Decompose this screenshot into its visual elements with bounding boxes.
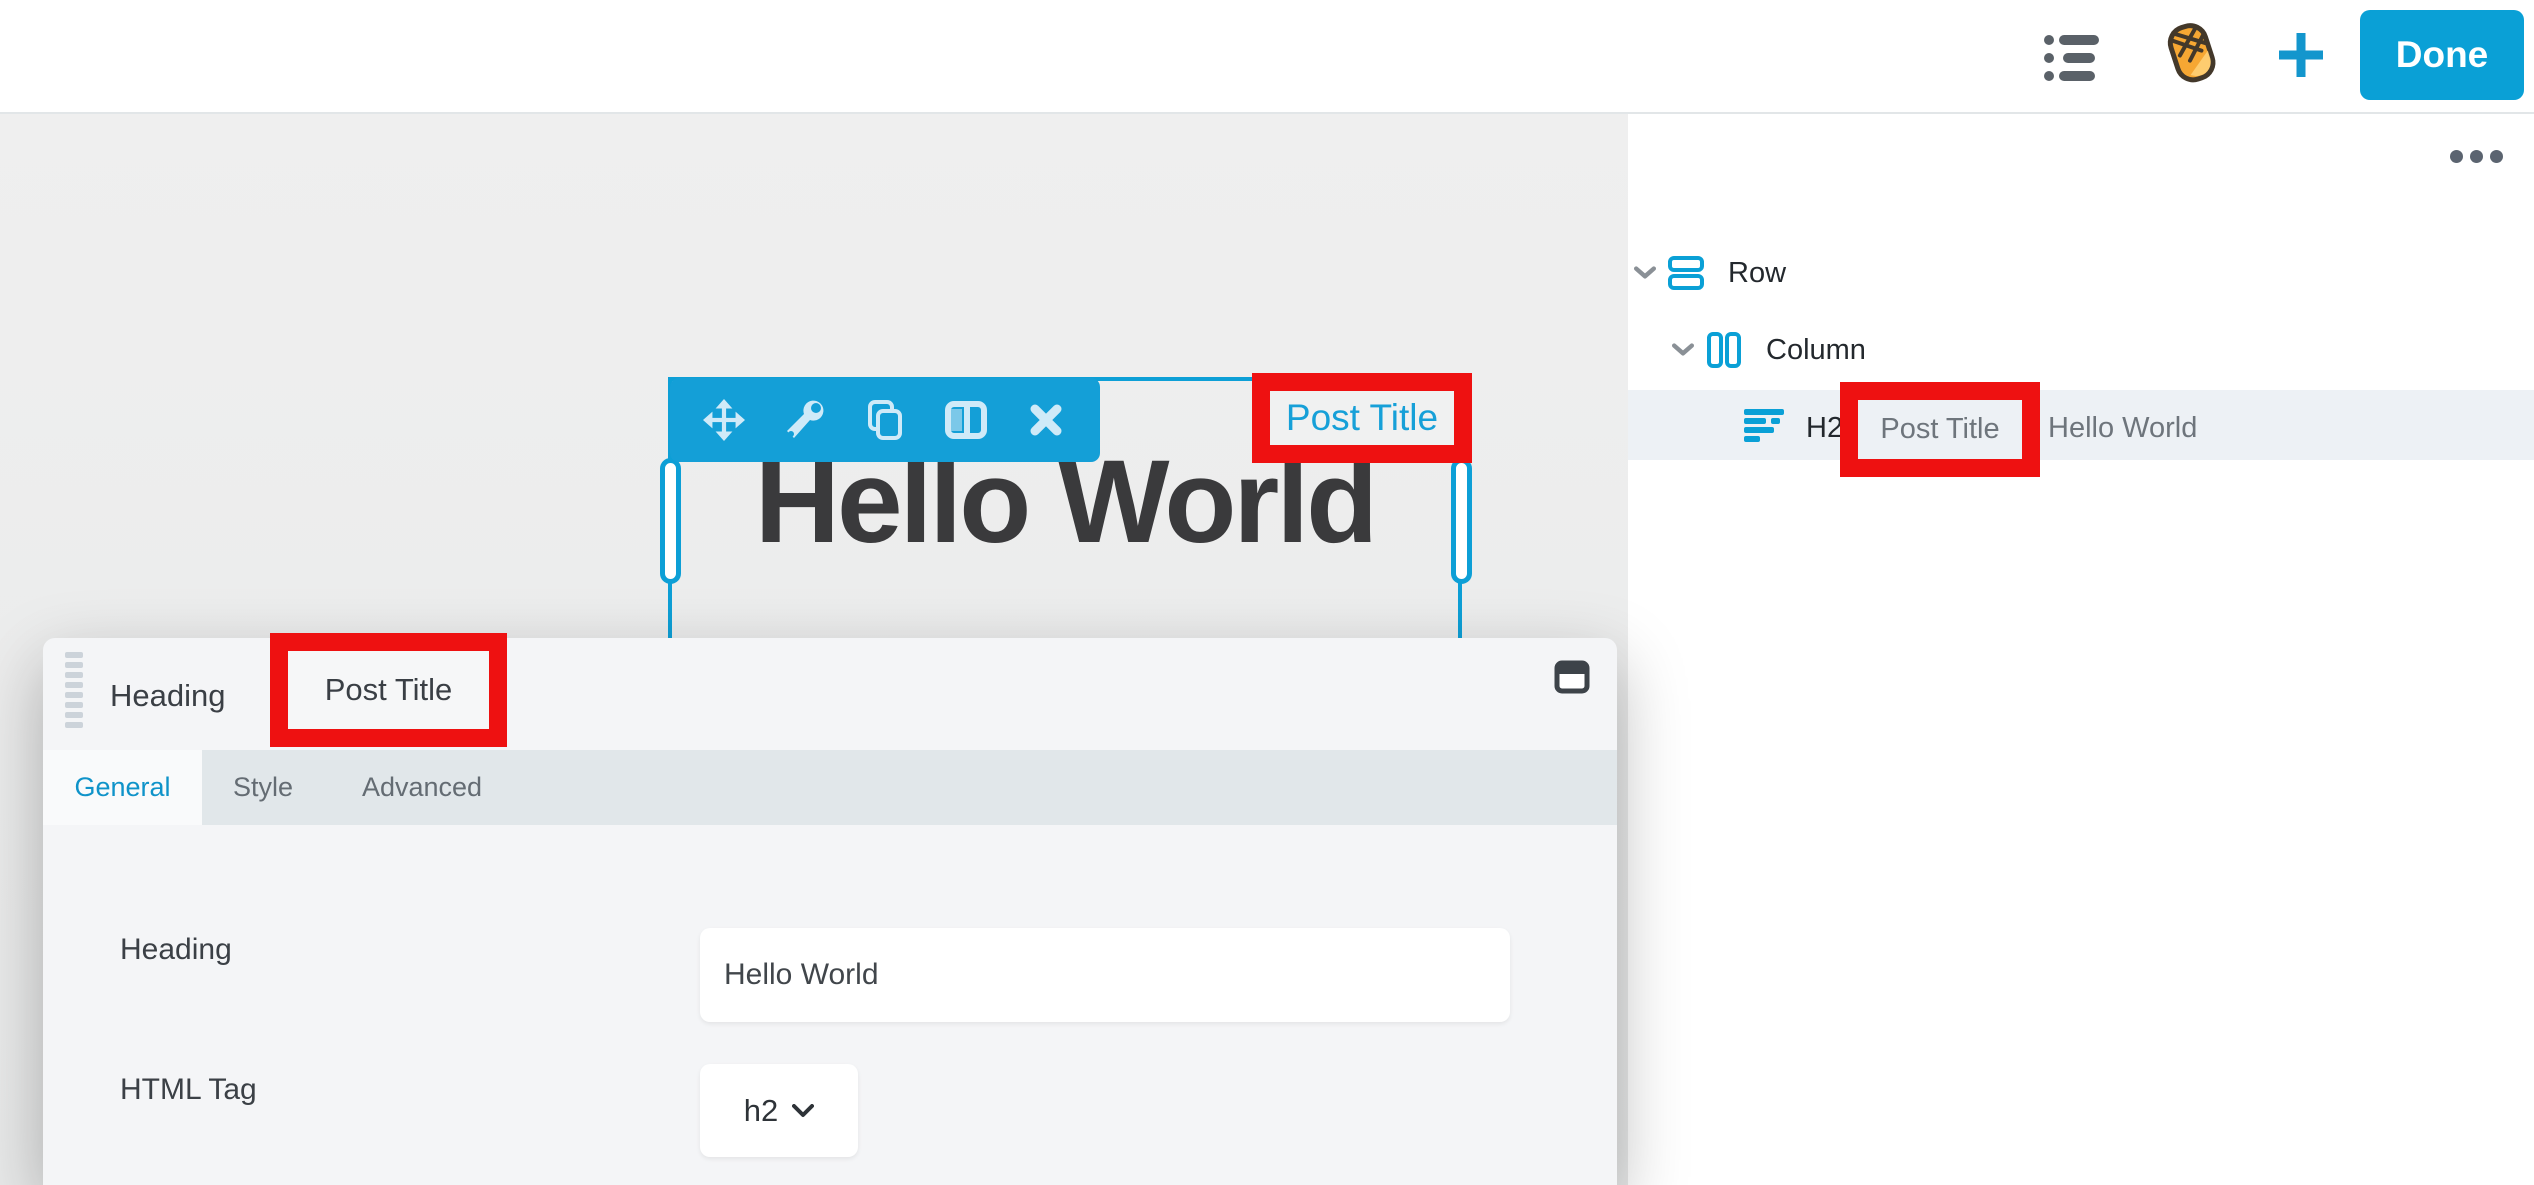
module-badge-label[interactable]: Post Title [1286,397,1438,439]
outline-module-name-annotation: Post Title [1840,382,2040,477]
add-content-plus-icon[interactable] [2274,28,2328,82]
columns-icon[interactable] [944,398,988,442]
html-tag-select[interactable]: h2 [700,1064,858,1157]
duplicate-icon[interactable] [863,398,907,442]
dialog-tab-bar: General Style Advanced [43,750,1617,825]
dialog-drag-handle[interactable] [65,652,83,728]
tree-row-label: Row [1728,257,1786,290]
top-bar [0,0,2534,114]
dialog-title-module-name-annotation: Post Title [270,633,507,747]
dock-window-icon[interactable] [1552,658,1592,696]
tree-item-post-title-module[interactable]: H2 Hello World [1628,390,2534,460]
heading-text-input[interactable] [700,928,1510,1022]
canvas-module-badge-annotation: Post Title [1252,373,1472,463]
tab-style[interactable]: Style [202,750,324,825]
tree-module-name: Post Title [1880,413,1999,446]
html-tag-field-label: HTML Tag [120,1073,257,1107]
module-toolbar [670,378,1100,462]
move-icon[interactable] [702,398,746,442]
tree-module-content: Hello World [2048,412,2197,445]
tree-item-column[interactable]: Column [1672,331,2072,369]
html-tag-value: h2 [744,1093,778,1129]
beaver-builder-editor: Hello World [0,0,2534,1185]
wrench-icon[interactable] [783,398,827,442]
dialog-title-module-name: Post Title [325,672,453,708]
tree-item-row[interactable]: Row [1634,254,2034,292]
heading-field-label: Heading [120,933,232,967]
row-icon [1668,255,1704,291]
tree-column-label: Column [1766,334,1866,367]
chevron-down-icon [792,1104,814,1118]
outline-list-icon[interactable] [2042,30,2102,84]
done-button[interactable]: Done [2360,10,2524,100]
tab-general[interactable]: General [43,750,202,825]
column-icon [1706,332,1742,368]
text-module-icon [1744,409,1786,443]
chevron-down-icon[interactable] [1672,343,1694,357]
close-icon[interactable] [1024,398,1068,442]
dialog-title: Heading [110,678,225,714]
tab-advanced[interactable]: Advanced [324,750,520,825]
beaver-builder-logo-icon[interactable] [2158,20,2224,88]
panel-menu-ellipsis-icon[interactable] [2450,150,2504,166]
tree-module-tag: H2 [1806,412,1843,445]
chevron-down-icon[interactable] [1634,266,1656,280]
